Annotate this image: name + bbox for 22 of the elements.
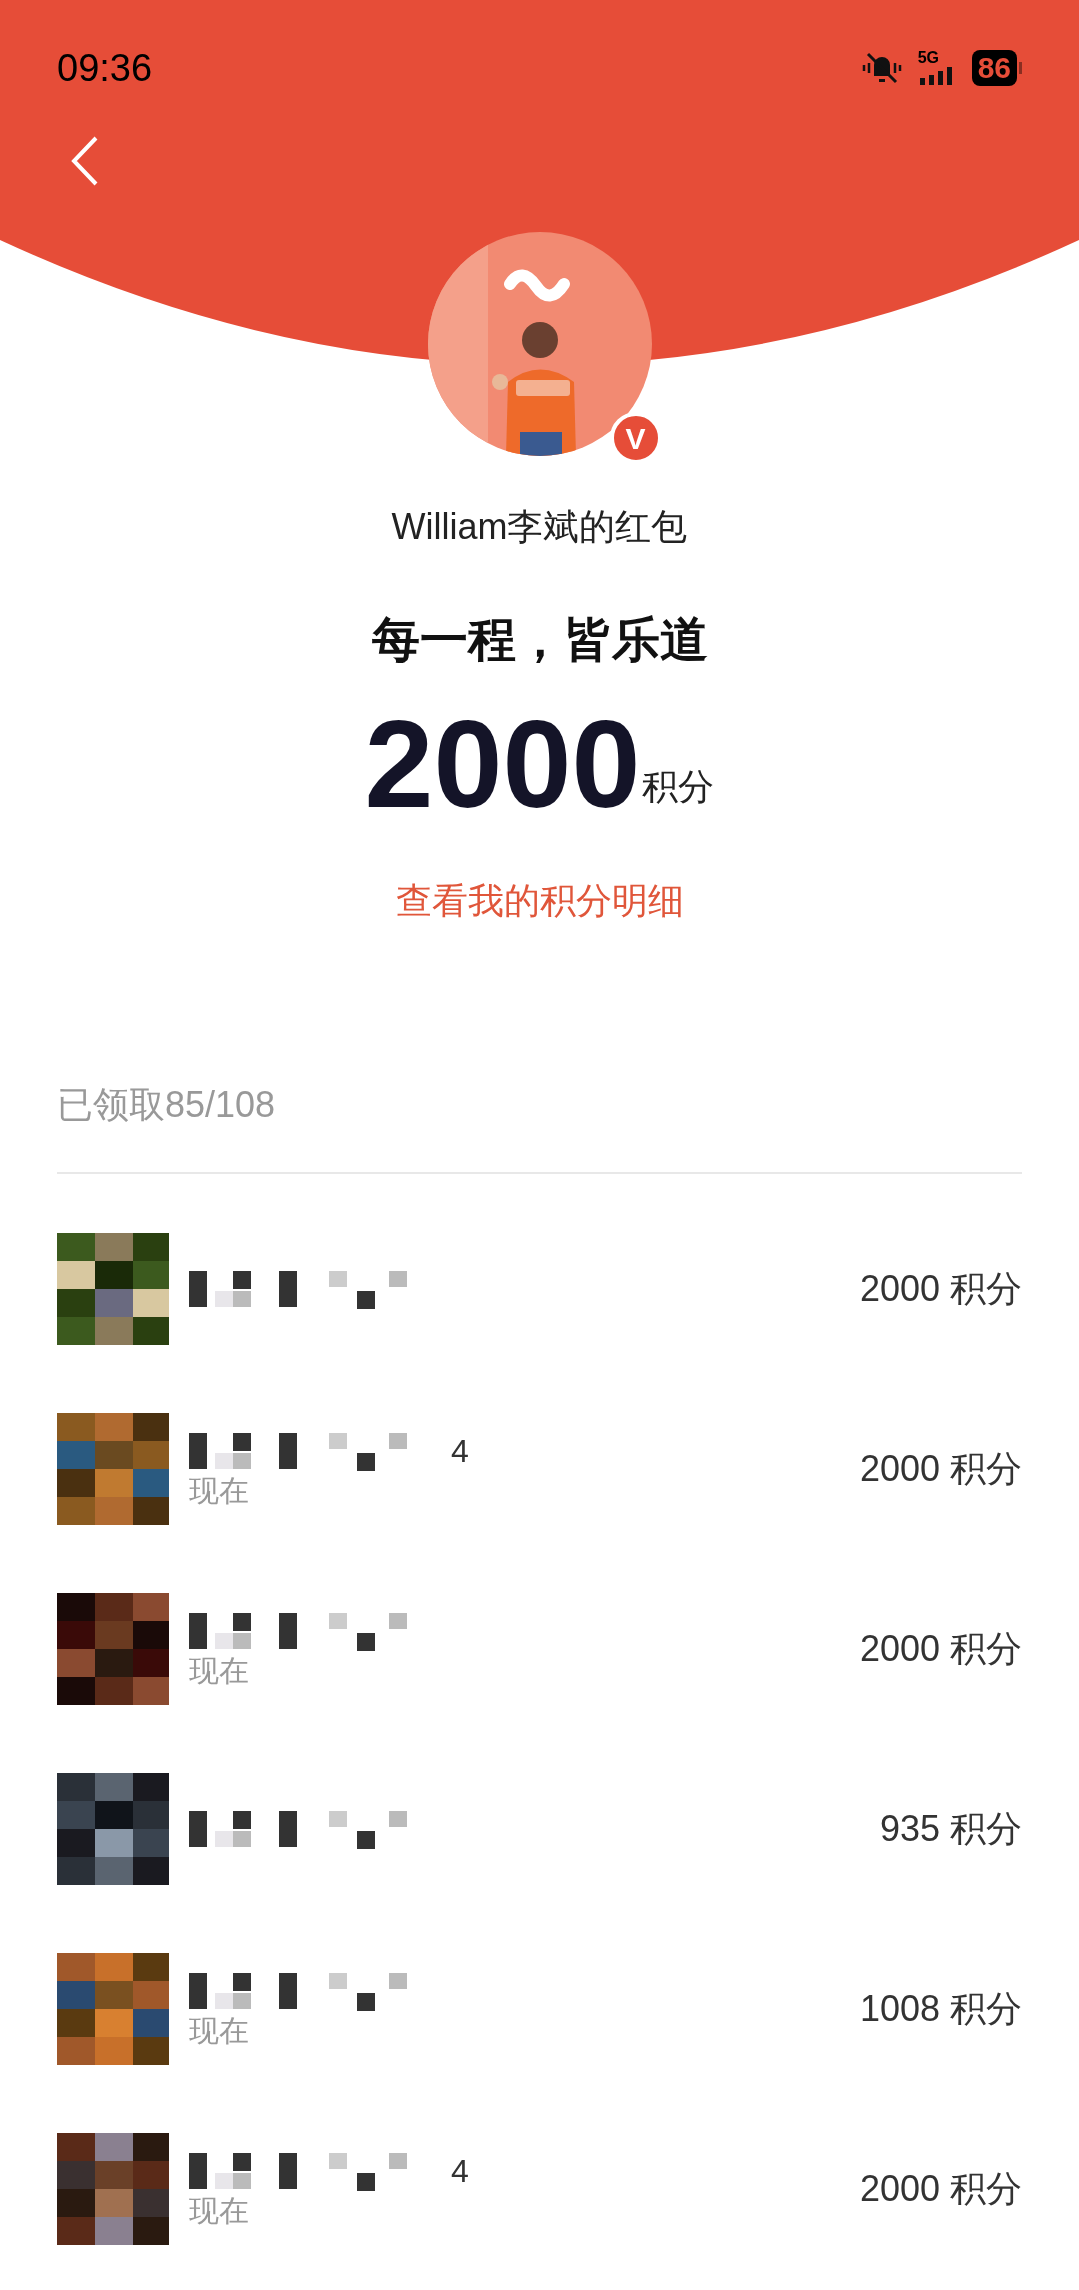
- points-received: 935 积分: [879, 1807, 1022, 1852]
- network-label: 5G: [917, 50, 939, 66]
- sender-name: William李斌的红包: [391, 505, 688, 549]
- claim-time: 现在: [189, 1653, 250, 1690]
- claimed-count: 已领取85/108: [57, 1084, 276, 1126]
- user-name: 4: [451, 2152, 469, 2192]
- back-button[interactable]: [70, 135, 100, 187]
- status-time: 09:36: [57, 45, 153, 91]
- points-received: 2000 积分: [859, 1267, 1022, 1312]
- points-amount: 2000: [364, 696, 641, 833]
- points-unit: 积分: [642, 765, 715, 810]
- details-link[interactable]: 查看我的积分明细: [395, 874, 684, 929]
- claim-time: 现在: [189, 1473, 250, 1510]
- claim-time: 现在: [189, 2013, 250, 2050]
- greeting-title: 每一程，皆乐道: [371, 612, 708, 668]
- points-received: 2000 积分: [859, 1627, 1022, 1672]
- points-received: 2000 积分: [859, 2167, 1022, 2212]
- battery-indicator: 86: [971, 50, 1017, 86]
- user-name: 4: [451, 1432, 469, 1472]
- points-received: 1008 积分: [859, 1987, 1022, 2032]
- points-received: 2000 积分: [859, 1447, 1022, 1492]
- claim-time: 现在: [189, 2193, 250, 2230]
